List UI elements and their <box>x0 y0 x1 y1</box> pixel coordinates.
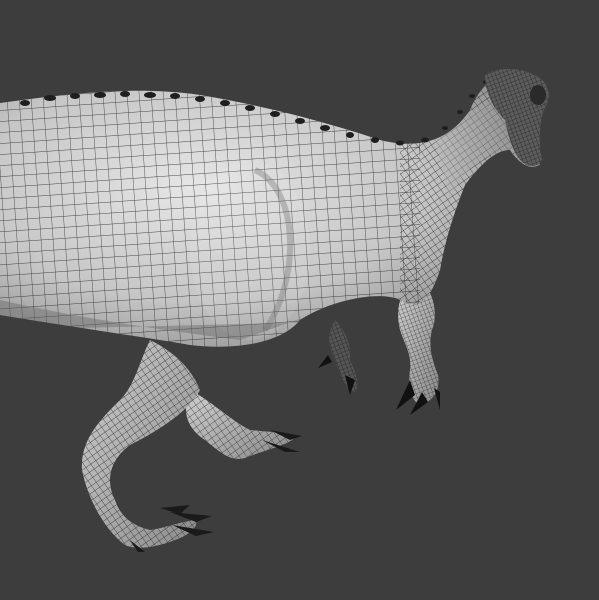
far-arm <box>318 320 358 395</box>
eye-ridge <box>530 85 546 105</box>
far-hind-leg <box>185 390 302 459</box>
3d-viewport[interactable] <box>0 0 599 600</box>
dinosaur-wireframe-model <box>0 68 549 552</box>
near-hind-leg <box>81 340 214 552</box>
dinosaur-body <box>0 71 546 347</box>
